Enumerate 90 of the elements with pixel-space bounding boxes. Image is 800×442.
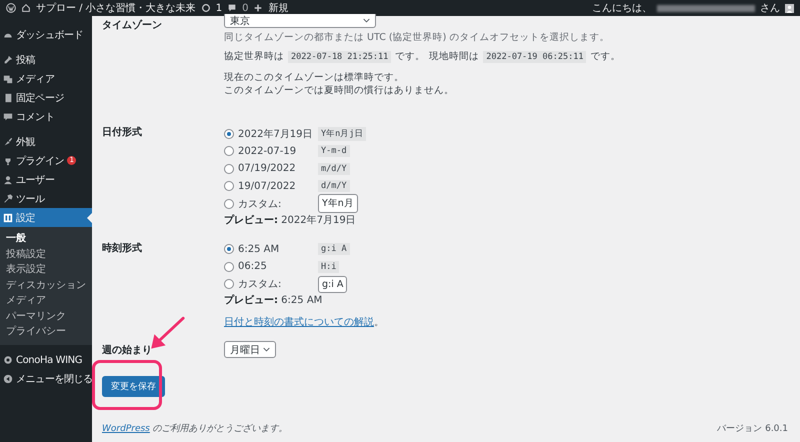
utc-time: 2022-07-18 21:25:11 bbox=[288, 50, 392, 62]
plus-icon[interactable] bbox=[253, 3, 264, 13]
radio-button[interactable] bbox=[224, 198, 234, 209]
submenu-item[interactable]: 投稿設定 bbox=[0, 246, 92, 262]
version-text: バージョン 6.0.1 bbox=[717, 423, 788, 435]
link-suffix: 。 bbox=[374, 317, 384, 328]
brush-icon bbox=[3, 136, 13, 146]
option-label: 07/19/2022 bbox=[238, 163, 297, 174]
preview-text: プレビュー: 2022年7月19日 bbox=[224, 213, 357, 226]
greeting-suffix: さん bbox=[760, 2, 780, 15]
radio-button[interactable] bbox=[224, 262, 234, 272]
media-icon bbox=[3, 74, 13, 84]
timezone-note: 現在のこのタイムゾーンは標準時です。 bbox=[224, 71, 405, 84]
radio-button[interactable] bbox=[224, 146, 234, 156]
page-icon bbox=[3, 92, 13, 102]
chevron-icon bbox=[363, 18, 370, 23]
timezone-select[interactable]: 東京 bbox=[224, 14, 376, 28]
timezone-note: このタイムゾーンでは夏時間の慣行はありません。 bbox=[224, 84, 455, 97]
field-label: 時刻形式 bbox=[102, 242, 143, 256]
option-label: 2022-07-19 bbox=[238, 146, 298, 157]
menu-item[interactable]: 固定ページ bbox=[0, 88, 92, 107]
format-code: d/m/Y bbox=[318, 180, 350, 192]
menu-item[interactable]: メニューを閉じる bbox=[0, 370, 92, 388]
format-code: m/d/Y bbox=[318, 162, 350, 175]
radio-button[interactable] bbox=[224, 181, 234, 192]
submenu-item[interactable]: 一般 bbox=[0, 231, 92, 246]
field-description: 同じタイムゾーンの都市または UTC (協定世界時) のタイムオフセットを選択します。 bbox=[224, 31, 610, 44]
help-link[interactable]: 日付と時刻の書式についての解説 bbox=[224, 317, 374, 328]
highlight-frame bbox=[92, 360, 162, 410]
utc-label: 協定世界時は bbox=[224, 50, 284, 63]
save-button[interactable]: 変更を保存 bbox=[102, 376, 165, 397]
submenu-item[interactable]: パーマリンク bbox=[0, 308, 92, 324]
option-label: 6:25 AM bbox=[238, 244, 280, 255]
wrench-icon bbox=[3, 194, 13, 204]
submenu-item[interactable]: 表示設定 bbox=[0, 262, 92, 278]
site-title[interactable]: サプロー / 小さな習慣・大きな未来 bbox=[36, 1, 196, 15]
option-label: 2022年7月19日 bbox=[238, 128, 314, 141]
option-label: 19/07/2022 bbox=[238, 180, 297, 192]
field-label: タイムゾーン bbox=[102, 18, 163, 33]
menu-item[interactable]: 外観 bbox=[0, 132, 92, 151]
utc-suffix: です。 bbox=[395, 50, 426, 63]
week-start-select[interactable]: 月曜日 bbox=[224, 341, 276, 358]
submenu-item[interactable]: メディア bbox=[0, 293, 92, 308]
option-label: カスタム: bbox=[238, 278, 282, 292]
pin-icon bbox=[3, 54, 13, 64]
menu-item[interactable]: メディア bbox=[0, 69, 92, 88]
submenu-item[interactable]: ディスカッション bbox=[0, 278, 92, 293]
preview-text: プレビュー: 6:25 AM bbox=[224, 293, 324, 307]
menu-item[interactable]: 設定 bbox=[0, 208, 92, 227]
custom-format-field[interactable]: g:i A bbox=[318, 276, 348, 293]
comment-icon[interactable] bbox=[227, 3, 238, 13]
wordpress-logo-icon[interactable] bbox=[6, 3, 16, 13]
greeting: こんにちは、 bbox=[592, 2, 652, 15]
format-code: Y-m-d bbox=[318, 145, 350, 158]
field-label: 日付形式 bbox=[102, 126, 143, 140]
submenu-item[interactable]: プライバシー bbox=[0, 324, 92, 340]
option-label: 06:25 bbox=[238, 261, 268, 272]
local-suffix: です。 bbox=[590, 50, 620, 63]
avatar-icon[interactable] bbox=[785, 4, 794, 12]
field-label: 週の始まり bbox=[102, 344, 153, 356]
radio-button[interactable] bbox=[224, 244, 234, 254]
option-label: カスタム: bbox=[238, 198, 282, 211]
comment-icon bbox=[3, 112, 13, 122]
local-time: 2022-07-19 06:25:11 bbox=[483, 50, 586, 62]
update-count[interactable]: 1 bbox=[216, 2, 222, 14]
custom-format-field[interactable]: Y年n月 bbox=[318, 194, 358, 214]
menu-item[interactable]: コメント bbox=[0, 107, 92, 126]
radio-button[interactable] bbox=[224, 164, 234, 174]
home-icon[interactable] bbox=[21, 3, 31, 13]
menu-item[interactable]: ConoHa WING bbox=[0, 350, 92, 370]
menu-item[interactable]: ツール bbox=[0, 189, 92, 208]
collapse-icon bbox=[3, 374, 13, 384]
comment-count[interactable]: 0 bbox=[242, 2, 248, 14]
menu-item[interactable]: 投稿 bbox=[0, 50, 92, 69]
format-code: g:i A bbox=[318, 243, 350, 256]
settings-icon bbox=[3, 212, 13, 222]
format-code: H:i bbox=[318, 260, 340, 273]
radio-button[interactable] bbox=[224, 279, 234, 290]
wordpress-link[interactable]: WordPress bbox=[102, 424, 150, 434]
new-link[interactable]: 新規 bbox=[268, 1, 288, 15]
footer-text: WordPress のご利用ありがとうございます。 bbox=[102, 422, 288, 435]
menu-item[interactable]: ユーザー bbox=[0, 170, 92, 189]
chevron-icon bbox=[263, 347, 270, 352]
refresh-icon[interactable] bbox=[200, 3, 211, 13]
radio-button[interactable] bbox=[224, 128, 234, 139]
menu-item[interactable]: ダッシュボード bbox=[0, 25, 92, 44]
local-label: 現地時間は bbox=[429, 50, 480, 63]
user-icon bbox=[3, 174, 13, 184]
format-code: Y年n月j日 bbox=[318, 126, 366, 141]
plug-icon bbox=[3, 156, 13, 166]
